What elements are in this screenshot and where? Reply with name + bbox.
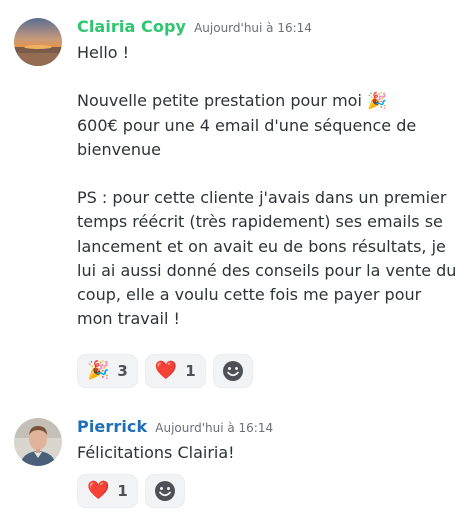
- reaction-heart[interactable]: ❤️ 1: [77, 474, 138, 508]
- message-line: [77, 162, 457, 186]
- heart-icon: ❤️: [154, 360, 178, 381]
- message-line: [77, 65, 457, 89]
- message-timestamp[interactable]: Aujourd'hui à 16:14: [194, 21, 312, 35]
- smiley-face-icon: [154, 481, 175, 501]
- reaction-party-popper[interactable]: 🎉 3: [77, 354, 138, 388]
- reaction-count: 3: [117, 362, 128, 380]
- author-name[interactable]: Clairia Copy: [77, 17, 186, 36]
- reaction-bar: 🎉 3 ❤️ 1: [77, 354, 253, 388]
- message-line: lancement et on avait eu de bons résulta…: [77, 236, 446, 256]
- message-timestamp[interactable]: Aujourd'hui à 16:14: [155, 421, 273, 435]
- reaction-bar: ❤️ 1: [77, 474, 185, 508]
- sunset-avatar-image: [14, 18, 62, 66]
- message-line: bienvenue: [77, 139, 162, 159]
- reaction-count: 1: [185, 362, 196, 380]
- author-name[interactable]: Pierrick: [77, 417, 147, 436]
- message-line: Nouvelle petite prestation pour moi 🎉: [77, 91, 387, 111]
- message-body: Félicitations Clairia!: [77, 441, 457, 465]
- message-line: PS : pour cette cliente j'avais dans un …: [77, 188, 447, 208]
- message-body: Hello ! Nouvelle petite prestation pour …: [77, 41, 457, 331]
- reaction-heart[interactable]: ❤️ 1: [144, 354, 206, 388]
- avatar-pierrick[interactable]: [14, 418, 62, 466]
- heart-icon: ❤️: [87, 480, 110, 501]
- message-line: temps réécrit (très rapidement) ses emai…: [77, 212, 443, 232]
- add-reaction-button[interactable]: [212, 354, 253, 388]
- smiley-face-icon: [222, 361, 243, 381]
- add-reaction-button[interactable]: [144, 474, 185, 508]
- message-line: 600€ pour une 4 email d'une séquence de: [77, 115, 417, 135]
- message-line: Hello !: [77, 43, 130, 62]
- message-line: mon travail !: [77, 309, 180, 329]
- reaction-count: 1: [117, 482, 128, 500]
- avatar-clairia[interactable]: [14, 18, 62, 66]
- message-line: lui ai aussi donné des conseils pour la …: [77, 260, 457, 280]
- person-avatar-image: [14, 418, 62, 466]
- message-line: Félicitations Clairia!: [77, 443, 235, 462]
- party-popper-icon: 🎉: [87, 360, 110, 381]
- message-line: coup, elle a voulu cette fois me payer p…: [77, 284, 422, 304]
